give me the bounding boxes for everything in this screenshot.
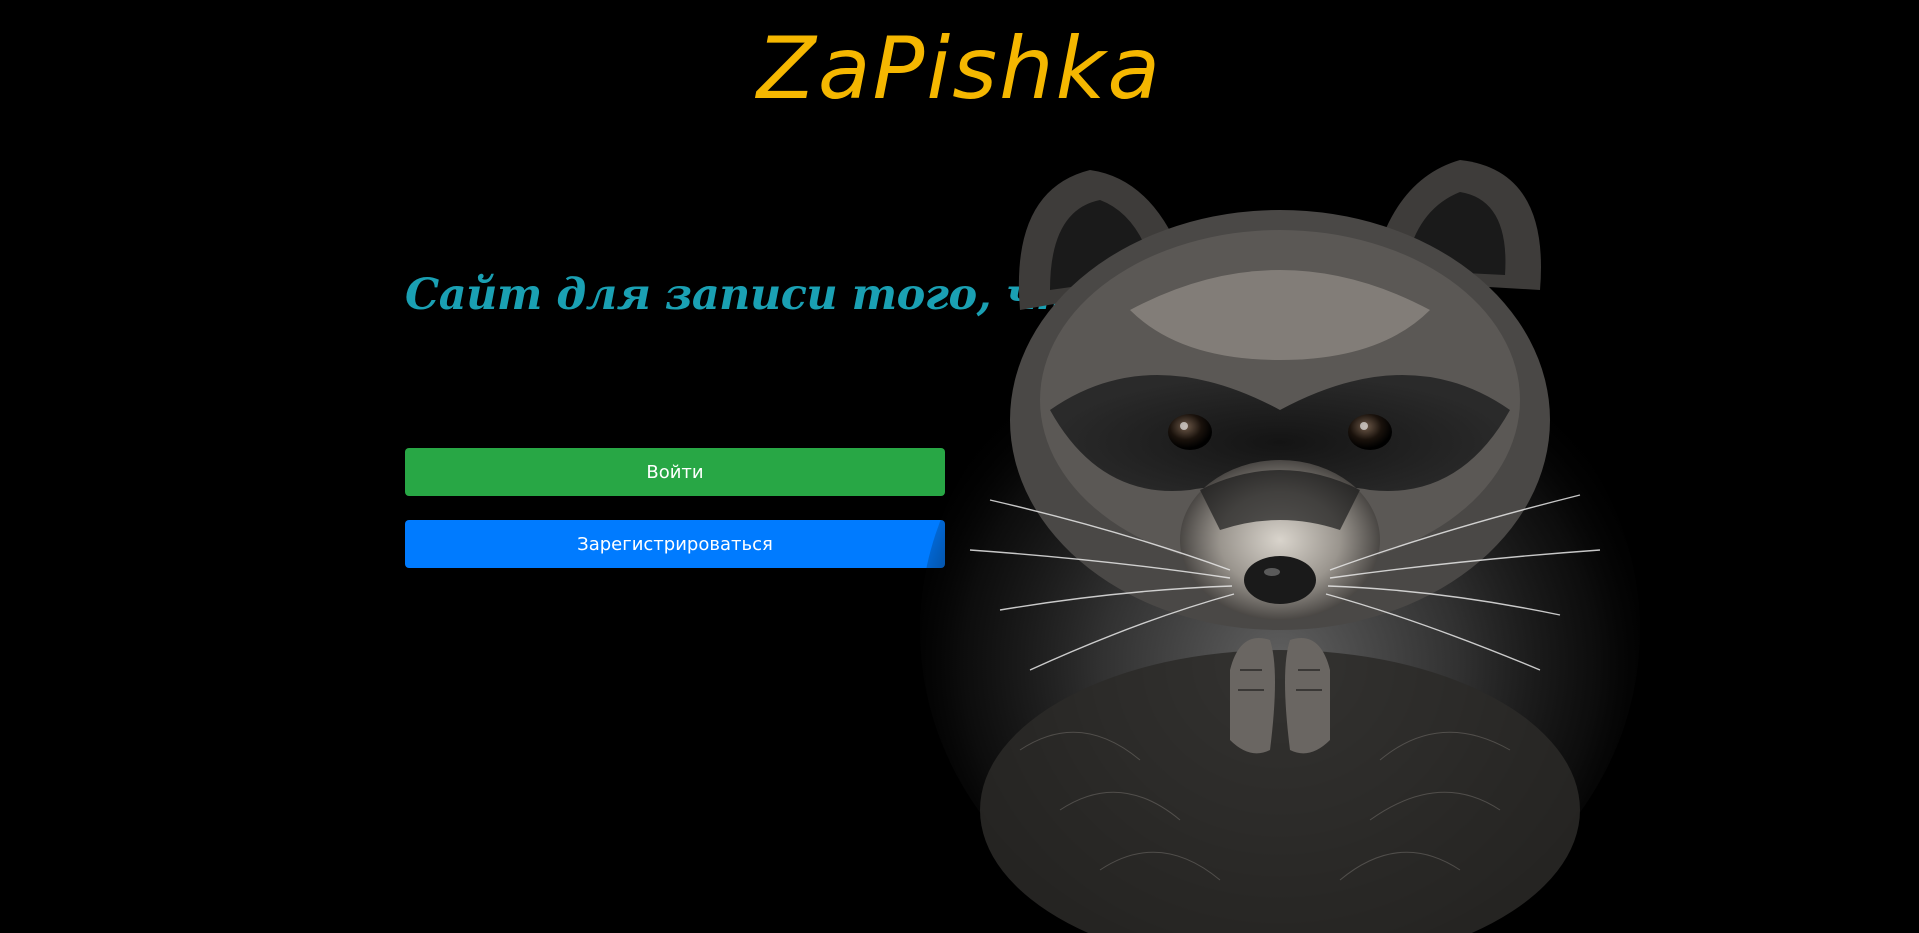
- login-button[interactable]: Войти: [405, 448, 945, 496]
- site-logo: ZaPishka: [756, 19, 1163, 119]
- raccoon-image: [920, 160, 1640, 933]
- register-button[interactable]: Зарегистрироваться: [405, 520, 945, 568]
